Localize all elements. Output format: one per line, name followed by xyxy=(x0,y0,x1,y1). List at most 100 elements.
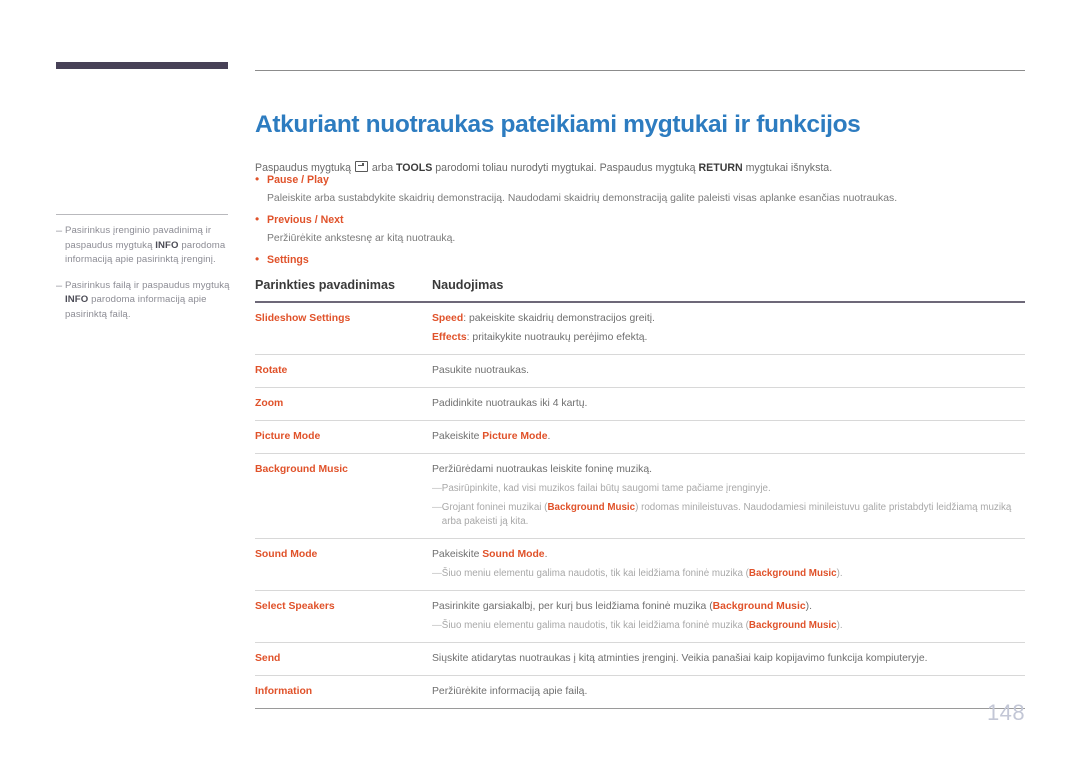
usage-accent-term: Effects xyxy=(432,331,467,343)
usage-text: Siųskite atidarytas nuotraukas į kitą at… xyxy=(432,652,928,664)
usage-text: : pritaikykite nuotraukų perėjimo efektą… xyxy=(466,331,648,343)
subnote-accent-term: Background Music xyxy=(547,501,636,513)
subnote-text: Šiuo meniu elementu galima naudotis, tik… xyxy=(442,567,1025,581)
sidebar-notes: – Pasirinkus įrenginio pavadinimą ir pasp… xyxy=(56,224,232,333)
usage-accent-term-tail: Background Music xyxy=(712,600,806,612)
option-name: Slideshow Settings xyxy=(255,312,351,324)
bullet-head: • Previous / Next xyxy=(255,212,1025,228)
usage-paragraph: Peržiūrėkite informaciją apie failą. xyxy=(432,684,1025,699)
column-header-name: Parinkties pavadinimas xyxy=(255,278,395,292)
usage-paragraph: Pakeiskite Picture Mode. xyxy=(432,429,1025,444)
usage-text: Peržiūrėkite informaciją apie failą. xyxy=(432,685,588,697)
option-usage: Speed: pakeiskite skaidrių demonstracijo… xyxy=(432,311,1025,345)
usage-subnote: — Pasirūpinkite, kad visi muzikos failai … xyxy=(432,482,1025,496)
table-row: Rotate Pasukite nuotraukas. xyxy=(255,355,1025,387)
bullet-title: Settings xyxy=(267,254,309,266)
usage-paragraph: Speed: pakeiskite skaidrių demonstracijo… xyxy=(432,311,1025,326)
bullet-dot-icon: • xyxy=(255,252,260,266)
option-name: Information xyxy=(255,685,313,697)
usage-paragraph: Padidinkite nuotraukas iki 4 kartų. xyxy=(432,396,1025,411)
note-dash-icon: – xyxy=(56,225,63,237)
option-name: Sound Mode xyxy=(255,548,318,560)
table-row: Sound Mode Pakeiskite Sound Mode. — Šiuo me… xyxy=(255,539,1025,590)
table-row: Background Music Peržiūrėdami nuotraukas … xyxy=(255,454,1025,538)
subnote-text: Grojant foninei muzikai (Background Musi… xyxy=(442,501,1025,529)
page-title: Atkuriant nuotraukas pateikiami mygtukai… xyxy=(255,111,861,139)
option-usage: Siųskite atidarytas nuotraukas į kitą at… xyxy=(432,651,1025,666)
sidebar-note-text: Pasirinkus įrenginio pavadinimą ir paspa… xyxy=(65,224,232,268)
usage-paragraph: Pasirinkite garsiakalbį, per kurį bus le… xyxy=(432,599,1025,614)
subnote-text-before: Šiuo meniu elementu galima naudotis, tik… xyxy=(441,567,749,579)
option-usage: Peržiūrėkite informaciją apie failą. xyxy=(432,684,1025,699)
table-header-row: Parinkties pavadinimas Naudojimas xyxy=(255,278,1025,301)
sidebar-note-text: Pasirinkus failą ir paspaudus mygtuką IN… xyxy=(65,279,232,323)
usage-paragraph: Siųskite atidarytas nuotraukas į kitą at… xyxy=(432,651,1025,666)
rail-divider xyxy=(56,214,228,215)
usage-text: Pakeiskite xyxy=(432,430,483,442)
bullet-item: • Previous / Next Peržiūrėkite ankstesnę a… xyxy=(255,212,1025,246)
option-name: Rotate xyxy=(255,364,288,376)
subnote-text-after: ). xyxy=(836,619,843,631)
usage-subnote: — Grojant foninei muzikai (Background Mus… xyxy=(432,501,1025,529)
subnote-text-before: Grojant foninei muzikai ( xyxy=(441,501,548,513)
bullet-dot-icon: • xyxy=(255,172,260,186)
usage-text-tail: . xyxy=(547,430,551,442)
table-row: Send Siųskite atidarytas nuotraukas į kit… xyxy=(255,643,1025,675)
option-usage: Padidinkite nuotraukas iki 4 kartų. xyxy=(432,396,1025,411)
subnote-text-before: Šiuo meniu elementu galima naudotis, tik… xyxy=(441,619,749,631)
sidebar-note: – Pasirinkus failą ir paspaudus mygtuką I… xyxy=(56,279,232,323)
bullet-description: Peržiūrėkite ankstesnę ar kitą nuotrauką… xyxy=(267,233,456,244)
subnote-accent-term: Background Music xyxy=(748,567,837,579)
table-row: Picture Mode Pakeiskite Picture Mode. xyxy=(255,421,1025,453)
rail-accent-bar xyxy=(56,62,228,69)
usage-subnote: — Šiuo meniu elementu galima naudotis, ti… xyxy=(432,619,1025,633)
subnote-dash-icon: — xyxy=(432,482,442,494)
options-table: Parinkties pavadinimas Naudojimas Slides… xyxy=(255,278,1025,709)
table-row: Zoom Padidinkite nuotraukas iki 4 kartų. xyxy=(255,388,1025,420)
usage-subnote: — Šiuo meniu elementu galima naudotis, ti… xyxy=(432,567,1025,581)
bullet-description: Paleiskite arba sustabdykite skaidrių de… xyxy=(267,193,898,204)
option-name: Send xyxy=(255,652,281,664)
table-row: Select Speakers Pasirinkite garsiakalbį, … xyxy=(255,591,1025,642)
left-rail: – Pasirinkus įrenginio pavadinimą ir pasp… xyxy=(56,62,229,320)
usage-text: Padidinkite nuotraukas iki 4 kartų. xyxy=(432,397,588,409)
table-body: Slideshow Settings Speed: pakeiskite skai… xyxy=(255,303,1025,709)
option-name: Background Music xyxy=(255,463,348,475)
usage-accent-term: Speed xyxy=(432,312,464,324)
bullet-item: • Pause / Play Paleiskite arba sustabdykit… xyxy=(255,172,1025,206)
subnote-dash-icon: — xyxy=(432,619,442,631)
note-bold-info: INFO xyxy=(155,239,179,251)
option-usage: Peržiūrėdami nuotraukas leiskite foninę … xyxy=(432,462,1025,529)
usage-text: Pasirinkite garsiakalbį, per kurį bus le… xyxy=(432,600,713,612)
usage-text: : pakeiskite skaidrių demonstracijos gre… xyxy=(463,312,655,324)
bullet-title: Pause / Play xyxy=(267,174,329,186)
subnote-text: Šiuo meniu elementu galima naudotis, tik… xyxy=(442,619,1025,633)
header-rule xyxy=(255,70,1025,71)
subnote-accent-term: Background Music xyxy=(748,619,837,631)
usage-accent-term-tail: Sound Mode xyxy=(482,548,545,560)
subnote-text-after: ). xyxy=(836,567,843,579)
usage-text: Pasukite nuotraukas. xyxy=(432,364,530,376)
option-name: Picture Mode xyxy=(255,430,321,442)
sidebar-note: – Pasirinkus įrenginio pavadinimą ir pasp… xyxy=(56,224,232,268)
subnote-dash-icon: — xyxy=(432,501,442,513)
option-name: Zoom xyxy=(255,397,284,409)
subnote-dash-icon: — xyxy=(432,567,442,579)
usage-paragraph: Effects: pritaikykite nuotraukų perėjimo… xyxy=(432,330,1025,345)
usage-text-tail: ). xyxy=(805,600,812,612)
table-row: Slideshow Settings Speed: pakeiskite skai… xyxy=(255,303,1025,354)
bullet-item: • Settings xyxy=(255,252,1025,268)
usage-text-tail: . xyxy=(544,548,548,560)
bullet-head: • Settings xyxy=(255,252,1025,268)
bullet-head: • Pause / Play xyxy=(255,172,1025,188)
subnote-text: Pasirūpinkite, kad visi muzikos failai b… xyxy=(442,482,1025,496)
enter-key-icon xyxy=(354,160,368,172)
usage-paragraph: Pasukite nuotraukas. xyxy=(432,363,1025,378)
usage-text: Pakeiskite xyxy=(432,548,483,560)
bullet-title: Previous / Next xyxy=(267,214,344,226)
usage-accent-term-tail: Picture Mode xyxy=(482,430,548,442)
usage-text: Peržiūrėdami nuotraukas leiskite foninę … xyxy=(432,463,653,475)
note-text-before: Pasirinkus failą ir paspaudus mygtuką xyxy=(65,279,230,291)
note-dash-icon: – xyxy=(56,279,63,292)
usage-paragraph: Pakeiskite Sound Mode. xyxy=(432,547,1025,562)
